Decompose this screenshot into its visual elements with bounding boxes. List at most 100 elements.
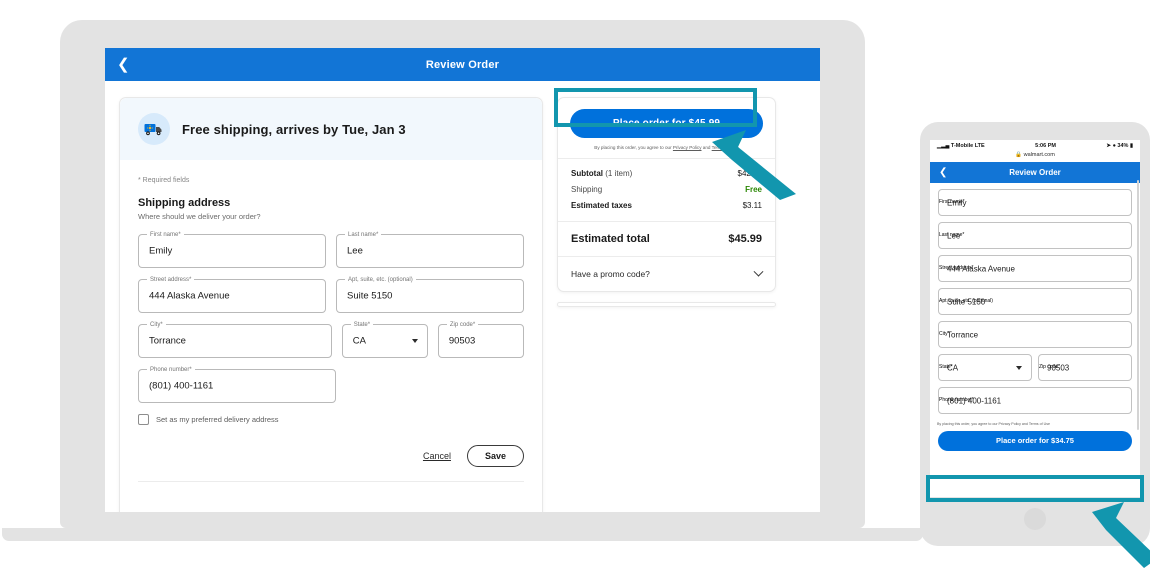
phone-zip-code-field[interactable]: Zip code* 90503 bbox=[1038, 354, 1132, 381]
phone-apt-suite-field[interactable]: Apt, suite, etc. (optional) Suite 5150 bbox=[938, 288, 1132, 315]
status-time: 5:06 PM bbox=[1035, 143, 1056, 149]
phone-first-name-value: Emily bbox=[947, 198, 967, 207]
chevron-down-icon[interactable] bbox=[411, 339, 418, 343]
form-actions: Cancel Save bbox=[138, 445, 524, 467]
shipping-value: Free bbox=[745, 185, 762, 195]
phone-last-name-value: Lee bbox=[947, 231, 961, 240]
name-row: First name* Emily Last name* Lee bbox=[138, 231, 524, 268]
phone-row: Phone number* (801) 400-1161 bbox=[138, 366, 524, 403]
checkbox-icon[interactable] bbox=[138, 414, 149, 425]
battery-icon: ▮ bbox=[1129, 143, 1133, 149]
phone-last-name-field[interactable]: Last name* Lee bbox=[938, 222, 1132, 249]
signal-bars-icon: ▁▂▄ bbox=[937, 143, 950, 149]
preferred-address-label: Set as my preferred delivery address bbox=[156, 415, 279, 424]
last-name-label: Last name* bbox=[345, 231, 382, 239]
phone-place-order-zone: Place order for $34.75 bbox=[930, 426, 1140, 451]
apt-suite-value: Suite 5150 bbox=[347, 290, 393, 302]
first-name-value: Emily bbox=[149, 245, 173, 257]
items-details-section: Items details View details 1 item bbox=[120, 496, 542, 512]
form-divider bbox=[138, 481, 524, 482]
address-row: Street address* 444 Alaska Avenue Apt, s… bbox=[138, 276, 524, 313]
subtotal-label: Subtotal bbox=[571, 169, 603, 179]
last-name-field[interactable]: Last name* Lee bbox=[336, 231, 524, 268]
free-shipping-banner: Free shipping, arrives by Tue, Jan 3 bbox=[120, 98, 542, 160]
order-summary-card: Place order for $45.99 By placing this o… bbox=[557, 97, 776, 293]
phone-city-field[interactable]: City* Torrance bbox=[938, 321, 1132, 348]
chevron-down-icon[interactable] bbox=[1016, 365, 1022, 370]
desktop-body: Free shipping, arrives by Tue, Jan 3 * R… bbox=[105, 81, 820, 512]
estimated-total-value: $45.99 bbox=[728, 233, 762, 246]
back-chevron-icon[interactable]: ❮ bbox=[939, 167, 947, 178]
phone-state-select[interactable]: State* CA bbox=[938, 354, 1032, 381]
back-chevron-icon[interactable]: ❮ bbox=[117, 57, 130, 72]
summary-row-taxes: Estimated taxes $3.11 bbox=[571, 201, 762, 210]
preferred-address-checkbox-row[interactable]: Set as my preferred delivery address bbox=[138, 414, 524, 425]
cancel-link[interactable]: Cancel bbox=[423, 451, 451, 461]
secondary-summary-card bbox=[557, 302, 776, 308]
network-type: LTE bbox=[974, 143, 985, 149]
phone-status-bar: ▁▂▄ T-Mobile LTE 5:06 PM ➤ ● 34% ▮ bbox=[930, 140, 1140, 152]
phone-shipping-form: First name* Emily Last name* Lee Street … bbox=[930, 183, 1140, 414]
last-name-value: Lee bbox=[347, 245, 363, 257]
phone-phone-number-field[interactable]: Phone number* (801) 400-1161 bbox=[938, 387, 1132, 414]
phone-device-mockup: ▁▂▄ T-Mobile LTE 5:06 PM ➤ ● 34% ▮ 🔒 wal… bbox=[920, 122, 1150, 546]
phone-street-address-field[interactable]: Street address* 444 Alaska Avenue bbox=[938, 255, 1132, 282]
save-button[interactable]: Save bbox=[466, 445, 524, 467]
street-address-field[interactable]: Street address* 444 Alaska Avenue bbox=[138, 276, 326, 313]
apt-suite-field[interactable]: Apt, suite, etc. (optional) Suite 5150 bbox=[336, 276, 524, 313]
alarm-icon: ● bbox=[1112, 143, 1116, 149]
phone-number-label: Phone number* bbox=[147, 366, 195, 374]
first-name-field[interactable]: First name* Emily bbox=[138, 231, 326, 268]
privacy-policy-link[interactable]: Privacy Policy bbox=[673, 145, 702, 150]
phone-page-title: Review Order bbox=[1009, 168, 1061, 177]
street-address-label: Street address* bbox=[147, 276, 195, 284]
city-field[interactable]: City* Torrance bbox=[138, 321, 332, 358]
first-name-label: First name* bbox=[147, 231, 184, 239]
phone-first-name-field[interactable]: First name* Emily bbox=[938, 189, 1132, 216]
free-shipping-text: Free shipping, arrives by Tue, Jan 3 bbox=[182, 121, 406, 137]
phone-home-button[interactable] bbox=[1024, 508, 1046, 530]
street-address-value: 444 Alaska Avenue bbox=[149, 290, 230, 302]
shipping-address-subtitle: Where should we deliver your order? bbox=[138, 212, 261, 221]
carrier-name: T-Mobile bbox=[950, 143, 974, 149]
location-arrow-icon: ➤ bbox=[1106, 143, 1112, 149]
legal-prefix: By placing this order, you agree to our bbox=[594, 145, 673, 150]
phone-place-order-button[interactable]: Place order for $34.75 bbox=[938, 430, 1132, 451]
promo-code-row[interactable]: Have a promo code? bbox=[558, 256, 775, 291]
chevron-down-icon[interactable] bbox=[753, 266, 764, 277]
summary-row-shipping: Shipping Free bbox=[571, 185, 762, 194]
taxes-value: $3.11 bbox=[742, 201, 762, 211]
terms-of-use-link[interactable]: Terms of Use bbox=[712, 145, 739, 150]
estimated-total-label: Estimated total bbox=[571, 233, 650, 246]
city-value: Torrance bbox=[149, 335, 186, 347]
phone-header: ❮ Review Order bbox=[930, 162, 1140, 183]
laptop-base bbox=[2, 528, 923, 541]
required-fields-note: * Required fields bbox=[138, 177, 190, 184]
shipping-address-card: Free shipping, arrives by Tue, Jan 3 * R… bbox=[119, 97, 543, 512]
phone-state-value: CA bbox=[947, 363, 959, 372]
zip-code-field[interactable]: Zip code* 90503 bbox=[437, 321, 524, 358]
subtotal-sublabel: (1 item) bbox=[603, 169, 633, 179]
order-summary-column: Place order for $45.99 By placing this o… bbox=[557, 97, 776, 512]
phone-zip-code-value: 90503 bbox=[1047, 363, 1070, 372]
shipping-label: Shipping bbox=[571, 185, 603, 195]
phone-phone-number-value: (801) 400-1161 bbox=[947, 396, 1002, 405]
state-label: State* bbox=[350, 321, 374, 329]
subtotal-value: $42.88 bbox=[737, 169, 762, 179]
city-label: City* bbox=[147, 321, 166, 329]
phone-scrollbar[interactable] bbox=[1137, 180, 1139, 430]
legal-mid: and bbox=[701, 145, 712, 150]
place-order-zone: Place order for $45.99 By placing this o… bbox=[558, 98, 775, 158]
phone-state-zip-row: State* CA Zip code* 90503 bbox=[938, 354, 1132, 387]
promo-code-label: Have a promo code? bbox=[571, 269, 650, 280]
status-right: ➤ ● 34% ▮ bbox=[1106, 143, 1133, 149]
desktop-screen: ❮ Review Order Free shipping, arrives by… bbox=[105, 48, 820, 512]
state-select[interactable]: State* CA bbox=[341, 321, 428, 358]
phone-url-bar[interactable]: 🔒 walmart.com bbox=[930, 152, 1140, 162]
desktop-header: ❮ Review Order bbox=[105, 48, 820, 81]
phone-number-field[interactable]: Phone number* (801) 400-1161 bbox=[138, 366, 336, 403]
zip-code-label: Zip code* bbox=[446, 321, 479, 329]
shipping-address-heading: Shipping address bbox=[138, 197, 231, 209]
place-order-button[interactable]: Place order for $45.99 bbox=[570, 109, 763, 138]
lock-icon: 🔒 bbox=[1015, 152, 1023, 158]
